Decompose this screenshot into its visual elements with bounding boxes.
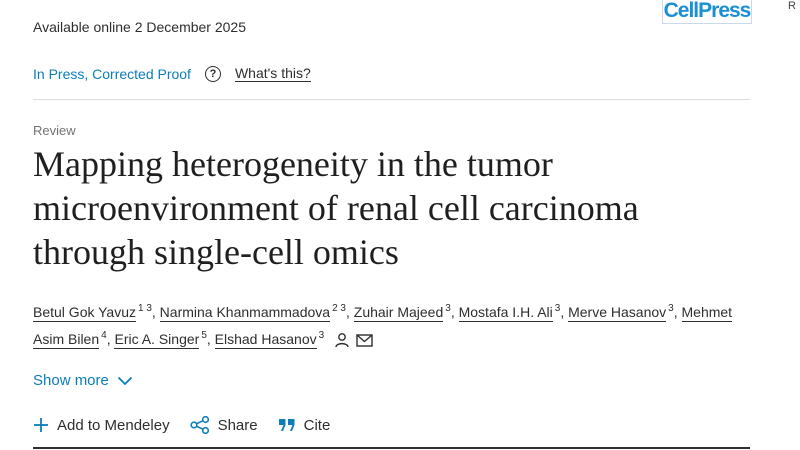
author-separator: , bbox=[673, 304, 678, 320]
author-name-link[interactable]: Merve Hasanov bbox=[568, 304, 667, 322]
share-button[interactable]: Share bbox=[189, 416, 258, 434]
author-affiliation-ref[interactable]: 2 3 bbox=[332, 303, 346, 314]
author-name-link[interactable]: Eric A. Singer bbox=[114, 331, 200, 349]
whats-this-link[interactable]: What's this? bbox=[234, 66, 311, 82]
cellpress-logo[interactable]: CellPress bbox=[662, 0, 752, 24]
author-name-link[interactable]: Betul Gok Yavuz bbox=[33, 304, 136, 322]
cropped-edge-text: R bbox=[788, 0, 796, 12]
author-separator: , bbox=[151, 304, 156, 320]
chevron-down-icon[interactable] bbox=[117, 376, 133, 386]
envelope-icon[interactable] bbox=[356, 334, 373, 347]
actions-divider bbox=[33, 447, 750, 449]
author-item: Narmina Khanmammadova 2 3, bbox=[159, 303, 350, 322]
author-list: Betul Gok Yavuz 1 3, Narmina Khanmammadov… bbox=[33, 299, 750, 353]
cite-label[interactable]: Cite bbox=[304, 417, 331, 434]
question-circle-icon[interactable]: ? bbox=[204, 66, 221, 82]
availability-date: Available online 2 December 2025 bbox=[33, 19, 246, 35]
author-separator: , bbox=[345, 304, 350, 320]
add-to-mendeley-label[interactable]: Add to Mendeley bbox=[57, 417, 170, 434]
quote-icon bbox=[278, 419, 295, 431]
author-item: Mostafa I.H. Ali 3, bbox=[458, 304, 565, 322]
article-actions: Add to Mendeley Share Cite bbox=[33, 414, 350, 436]
author-item: Betul Gok Yavuz 1 3, bbox=[33, 303, 156, 322]
author-item: Zuhair Majeed 3, bbox=[353, 304, 455, 322]
author-separator: , bbox=[560, 304, 565, 320]
author-item: Elshad Hasanov 3 bbox=[214, 330, 325, 349]
author-item: Eric A. Singer 5, bbox=[114, 331, 211, 349]
plus-icon bbox=[34, 418, 48, 432]
author-separator: , bbox=[206, 331, 211, 347]
author-affiliation-ref[interactable]: 3 bbox=[319, 330, 325, 341]
person-icon[interactable] bbox=[334, 332, 350, 348]
author-affiliation-ref[interactable]: 1 3 bbox=[138, 303, 152, 314]
cite-button[interactable]: Cite bbox=[278, 417, 331, 434]
article-status-row: In Press, Corrected Proof ? What's this? bbox=[33, 64, 311, 84]
article-title: Mapping heterogeneity in the tumor micro… bbox=[33, 144, 639, 272]
in-press-label[interactable]: In Press, Corrected Proof bbox=[33, 66, 191, 82]
author-name-link[interactable]: Narmina Khanmammadova bbox=[159, 304, 331, 322]
author-item: Merve Hasanov 3, bbox=[568, 304, 678, 322]
share-label[interactable]: Share bbox=[218, 417, 258, 434]
author-name-link[interactable]: Zuhair Majeed bbox=[353, 304, 444, 322]
author-separator: , bbox=[450, 304, 455, 320]
header-divider bbox=[33, 99, 750, 100]
share-icon bbox=[189, 416, 209, 434]
author-separator: , bbox=[106, 331, 111, 347]
author-name-link[interactable]: Mostafa I.H. Ali bbox=[458, 304, 553, 322]
author-name-link[interactable]: Elshad Hasanov bbox=[214, 331, 317, 349]
add-to-mendeley-button[interactable]: Add to Mendeley bbox=[33, 417, 170, 434]
show-more-label[interactable]: Show more bbox=[33, 372, 109, 389]
article-type: Review bbox=[33, 123, 76, 138]
show-more-button[interactable]: Show more bbox=[33, 372, 133, 389]
